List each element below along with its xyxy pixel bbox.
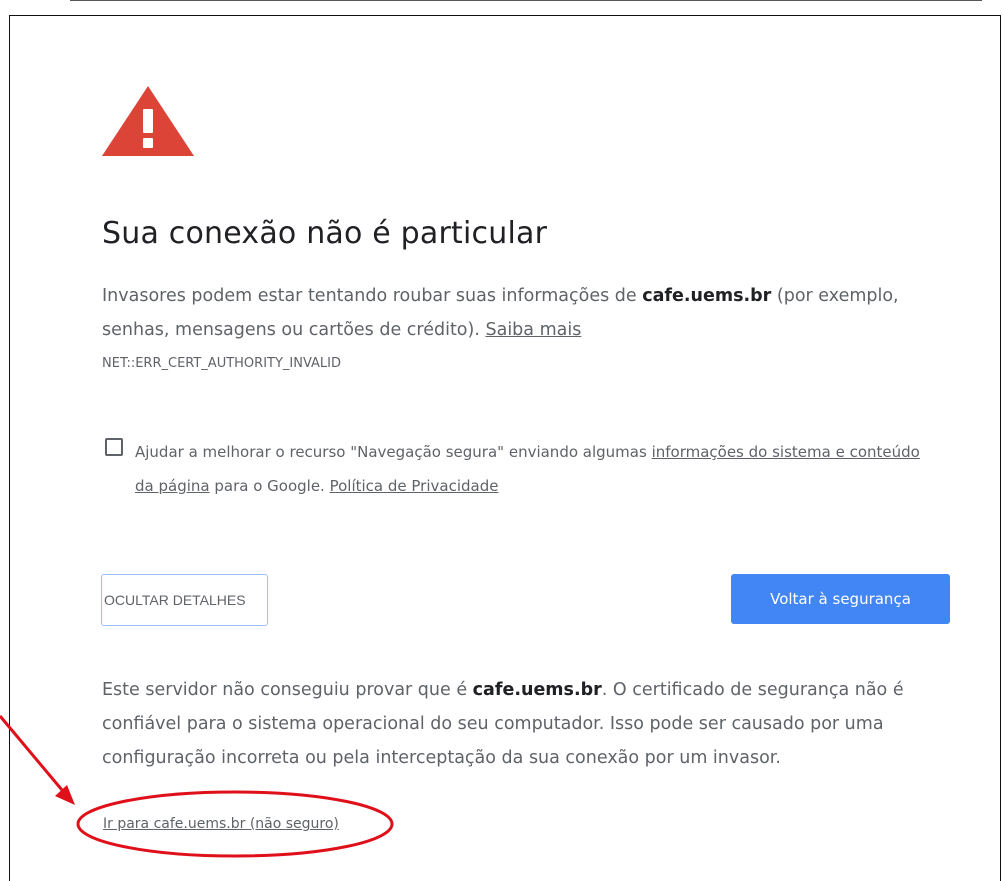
hide-details-button[interactable]: OCULTAR DETALHES xyxy=(101,574,268,626)
opt-in-text-before: Ajudar a melhorar o recurso "Navegação s… xyxy=(135,443,652,461)
intro-host: cafe.uems.br xyxy=(642,286,772,306)
top-divider xyxy=(70,0,982,1)
privacy-policy-link[interactable]: Política de Privacidade xyxy=(330,477,499,495)
page-title: Sua conexão não é particular xyxy=(102,216,548,251)
details-paragraph: Este servidor não conseguiu provar que é… xyxy=(102,673,952,775)
learn-more-link[interactable]: Saiba mais xyxy=(485,320,581,340)
safe-browsing-checkbox[interactable] xyxy=(105,438,123,456)
intro-paragraph: Invasores podem estar tentando roubar su… xyxy=(102,279,962,347)
warning-triangle-icon xyxy=(102,86,194,156)
details-text-before: Este servidor não conseguiu provar que é xyxy=(102,680,473,700)
opt-in-text-middle: para o Google. xyxy=(209,477,330,495)
details-host: cafe.uems.br xyxy=(472,680,602,700)
intro-text-before: Invasores podem estar tentando roubar su… xyxy=(102,286,643,306)
screenshot-page: Sua conexão não é particular Invasores p… xyxy=(0,0,1003,881)
warning-exclamation-dot xyxy=(143,138,153,148)
error-code: NET::ERR_CERT_AUTHORITY_INVALID xyxy=(102,356,342,371)
back-to-safety-button[interactable]: Voltar à segurança xyxy=(731,574,950,624)
proceed-unsafe-link[interactable]: Ir para cafe.uems.br (não seguro) xyxy=(103,816,339,832)
warning-exclamation-bar xyxy=(143,109,153,133)
safe-browsing-opt-in-label: Ajudar a melhorar o recurso "Navegação s… xyxy=(135,435,935,503)
